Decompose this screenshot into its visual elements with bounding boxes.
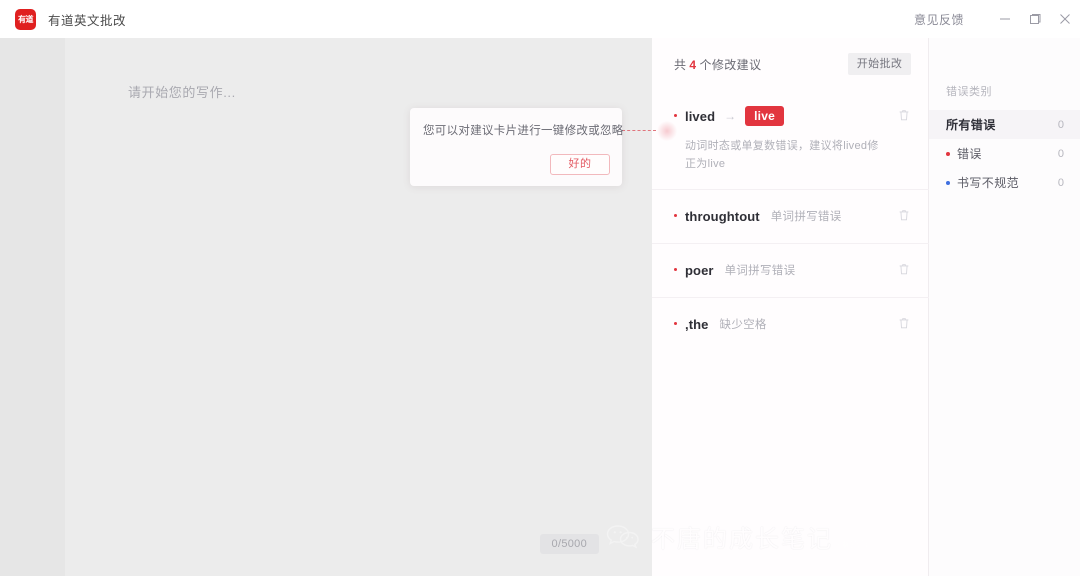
window-controls: 意见反馈 [914,0,1080,38]
error-category-panel: 错误类别 所有错误 0 错误 0 书写不规范 0 [929,38,1080,576]
suggestion-card[interactable]: ,the 缺少空格 [652,297,929,351]
app-title: 有道英文批改 [48,13,127,28]
title-bar: 有道 有道英文批改 意见反馈 [0,0,1080,38]
minimize-icon[interactable] [990,0,1020,38]
red-dot-icon [946,151,950,156]
count-number: 4 [689,57,697,72]
card-description: 动词时态或单复数错误，建议将lived修正为live [685,140,879,171]
category-row-style[interactable]: 书写不规范 0 [929,168,1080,197]
original-word: ,the [685,316,709,332]
suggestion-card[interactable]: poer 单词拼写错误 [652,243,929,297]
coach-tooltip: 您可以对建议卡片进行一键修改或忽略 好的 [410,108,624,186]
suggestions-count: 共 4 个修改建议 [674,56,762,73]
youdao-logo-icon: 有道 [15,8,36,30]
count-suffix: 个修改建议 [699,57,762,72]
category-label: 书写不规范 [957,176,1020,190]
suggestion-card[interactable]: lived → live 动词时态或单复数错误，建议将lived修正为live [652,90,929,189]
trash-icon[interactable] [897,208,913,224]
blue-dot-icon [946,180,950,185]
replacement-word[interactable]: live [745,106,784,126]
card-headline: lived → live [685,106,911,126]
coach-connector-line [622,130,656,132]
error-type-label: 单词拼写错误 [770,211,842,224]
bullet-icon [674,268,677,272]
count-prefix: 共 [674,57,687,72]
original-word: throughtout [685,208,760,224]
category-count: 0 [1057,147,1064,160]
original-word: lived [685,108,716,124]
error-type-label: 单词拼写错误 [724,265,796,278]
start-correction-button[interactable]: 开始批改 [848,53,911,75]
coach-tooltip-text: 您可以对建议卡片进行一键修改或忽略 [423,125,624,137]
error-type-label: 缺少空格 [719,319,767,332]
category-row-all-errors[interactable]: 所有错误 0 [929,110,1080,139]
suggestion-card[interactable]: throughtout 单词拼写错误 [652,189,929,243]
category-count: 0 [1057,118,1064,131]
app-window: 有道 有道英文批改 意见反馈 请开始您的写作... 0/5000 您可以对建议卡… [0,0,1080,576]
original-word: poer [685,262,714,278]
suggestion-card-list[interactable]: lived → live 动词时态或单复数错误，建议将lived修正为live … [652,90,929,576]
suggestions-panel: 共 4 个修改建议 开始批改 lived → live 动词时态或单复数错误，建议将… [652,38,929,576]
brand: 有道 有道英文批改 [15,8,127,30]
arrow-right-icon: → [724,109,737,123]
error-category-title: 错误类别 [946,86,992,98]
bullet-icon [674,322,677,326]
suggestions-header: 共 4 个修改建议 开始批改 [652,38,929,90]
card-headline: poer 单词拼写错误 [685,260,911,280]
category-row-errors[interactable]: 错误 0 [929,139,1080,168]
category-label: 错误 [957,147,982,161]
bullet-icon [674,114,677,117]
card-headline: ,the 缺少空格 [685,314,911,334]
category-count: 0 [1057,176,1064,189]
maximize-icon[interactable] [1020,0,1050,38]
card-headline: throughtout 单词拼写错误 [685,206,911,226]
trash-icon[interactable] [897,262,913,278]
editor-placeholder: 请开始您的写作... [128,85,236,100]
close-icon[interactable] [1050,0,1080,38]
char-counter: 0/5000 [539,534,599,554]
coach-target-marker [657,121,677,141]
category-label: 所有错误 [946,118,996,132]
error-category-list: 所有错误 0 错误 0 书写不规范 0 [929,110,1080,197]
coach-ok-button[interactable]: 好的 [550,154,610,175]
trash-icon[interactable] [897,316,913,332]
bullet-icon [674,214,677,218]
feedback-link[interactable]: 意见反馈 [914,11,964,28]
trash-icon[interactable] [897,108,913,124]
